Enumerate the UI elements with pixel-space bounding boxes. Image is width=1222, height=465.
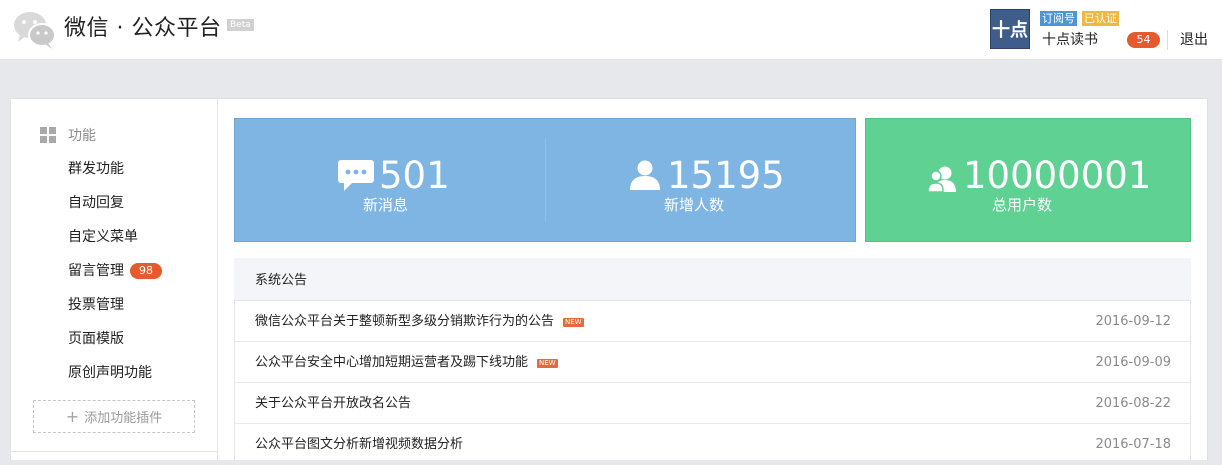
beta-badge: Beta — [227, 19, 254, 31]
add-plugin-button[interactable]: + 添加功能插件 — [33, 400, 195, 433]
grid-icon — [40, 127, 56, 143]
announcement-link[interactable]: 公众平台安全中心增加短期运营者及踢下线功能 NEW — [255, 354, 558, 372]
header-divider — [1167, 30, 1168, 50]
new-users-label: 新增人数 — [664, 196, 725, 214]
chat-bubble-icon — [338, 160, 374, 191]
account-avatar[interactable]: 十点 — [990, 9, 1030, 49]
sidebar-item-label: 自动回复 — [68, 195, 124, 211]
new-tag: NEW — [563, 317, 584, 327]
new-messages-count[interactable]: 501 — [379, 156, 450, 196]
sidebar-item-label: 自定义菜单 — [68, 229, 138, 245]
announcement-row[interactable]: 公众平台安全中心增加短期运营者及踢下线功能 NEW 2016-09-09 — [235, 342, 1190, 383]
announcement-link[interactable]: 公众平台图文分析新增视频数据分析 — [255, 436, 463, 454]
sidebar-item-label: 投票管理 — [68, 297, 124, 313]
sidebar-item-mass-send[interactable]: 群发功能 — [68, 160, 124, 178]
verified-tag: 已认证 — [1082, 11, 1119, 26]
sidebar-item-page-templates[interactable]: 页面模版 — [68, 330, 124, 348]
total-users-count[interactable]: 10000001 — [963, 156, 1151, 196]
top-header: 微信 · 公众平台 Beta 十点 订阅号 已认证 十点读书 54 退出 — [0, 0, 1222, 60]
announcement-date: 2016-08-22 — [1095, 396, 1171, 411]
announcement-date: 2016-09-09 — [1095, 355, 1171, 370]
announcement-link[interactable]: 关于公众平台开放改名公告 — [255, 395, 411, 413]
sidebar-item-label: 群发功能 — [68, 161, 124, 177]
person-icon — [630, 160, 660, 190]
new-messages-label: 新消息 — [363, 196, 409, 214]
sidebar-item-label: 原创声明功能 — [68, 365, 152, 381]
announcement-title: 关于公众平台开放改名公告 — [255, 396, 412, 411]
sidebar-item-label: 页面模版 — [68, 331, 124, 347]
sidebar-item-votes[interactable]: 投票管理 — [68, 296, 124, 314]
sidebar-item-comments[interactable]: 留言管理 98 — [68, 262, 162, 280]
plus-icon: + — [65, 406, 80, 426]
account-type-tag: 订阅号 — [1040, 11, 1077, 26]
announcement-title: 公众平台图文分析新增视频数据分析 — [255, 437, 464, 452]
sidebar-divider — [10, 451, 218, 452]
announcement-row[interactable]: 微信公众平台关于整顿新型多级分销欺诈行为的公告 NEW 2016-09-12 — [235, 301, 1190, 342]
announcement-date: 2016-09-12 — [1095, 314, 1171, 329]
new-tag: NEW — [537, 358, 558, 368]
total-users-label: 总用户数 — [992, 196, 1053, 214]
account-name[interactable]: 十点读书 — [1042, 31, 1098, 49]
sidebar-item-auto-reply[interactable]: 自动回复 — [68, 194, 124, 212]
announcement-row[interactable]: 关于公众平台开放改名公告 2016-08-22 — [235, 383, 1190, 424]
users-icon — [928, 166, 956, 192]
announcements-title: 系统公告 — [255, 273, 308, 288]
stats-divider — [545, 138, 546, 222]
notification-count-badge[interactable]: 54 — [1127, 32, 1160, 48]
wechat-logo-icon[interactable] — [12, 10, 58, 50]
logout-link[interactable]: 退出 — [1180, 31, 1208, 49]
announcements-header — [234, 258, 1191, 301]
announcement-link[interactable]: 微信公众平台关于整顿新型多级分销欺诈行为的公告 NEW — [255, 313, 584, 331]
add-plugin-label: 添加功能插件 — [84, 411, 163, 426]
sidebar-section-header: 功能 — [40, 126, 96, 144]
announcement-row[interactable]: 公众平台图文分析新增视频数据分析 2016-07-18 — [235, 424, 1190, 465]
sidebar-item-custom-menu[interactable]: 自定义菜单 — [68, 228, 138, 246]
sidebar-item-original-declaration[interactable]: 原创声明功能 — [68, 364, 152, 382]
announcement-title: 公众平台安全中心增加短期运营者及踢下线功能 — [255, 355, 529, 370]
sidebar-item-label: 留言管理 — [68, 263, 124, 279]
brand-name[interactable]: 微信 · 公众平台 — [64, 14, 221, 44]
new-users-count[interactable]: 15195 — [667, 156, 785, 196]
comment-count-badge: 98 — [130, 263, 162, 279]
announcement-title: 微信公众平台关于整顿新型多级分销欺诈行为的公告 — [255, 314, 555, 329]
sidebar-title: 功能 — [68, 128, 96, 144]
announcement-date: 2016-07-18 — [1095, 437, 1171, 452]
